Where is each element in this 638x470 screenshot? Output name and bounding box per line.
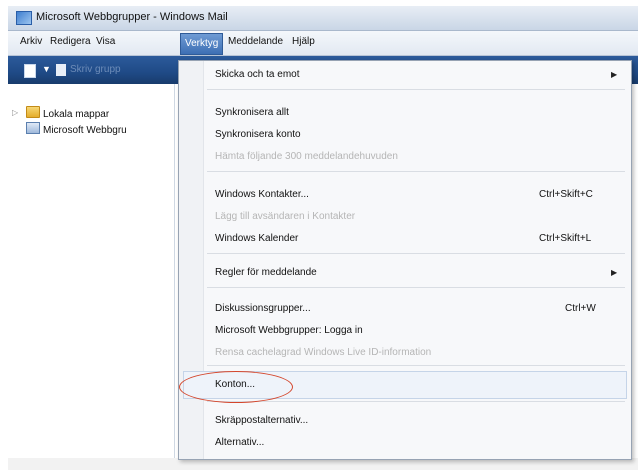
newsgroup-icon <box>26 122 40 134</box>
folder-icon <box>26 106 40 118</box>
new-message-icon[interactable] <box>24 64 36 78</box>
annotation-ellipse <box>179 371 293 403</box>
menu-item-message-rules[interactable]: Regler för meddelande <box>215 267 317 278</box>
menu-verktyg[interactable]: Verktyg <box>180 33 224 55</box>
newsgroup-item[interactable]: Microsoft Webbgru <box>26 122 127 136</box>
menu-item-add-sender: Lägg till avsändaren i Kontakter <box>215 211 356 222</box>
folder-label: Lokala mappar <box>43 109 110 120</box>
menu-separator <box>207 89 625 90</box>
menu-bar: Arkiv Redigera Visa Verktyg Meddelande H… <box>8 31 638 56</box>
menu-redigera[interactable]: Redigera <box>48 36 93 47</box>
menu-item-options[interactable]: Alternativ... <box>215 437 264 448</box>
expand-icon[interactable]: ▷ <box>12 108 18 117</box>
menu-arkiv[interactable]: Arkiv <box>18 36 44 47</box>
menu-separator <box>207 253 625 254</box>
folder-pane: ▷ Lokala mappar Microsoft Webbgru <box>8 84 175 470</box>
menu-meddelande[interactable]: Meddelande <box>226 36 285 47</box>
menu-separator <box>207 287 625 288</box>
newsgroup-label: Microsoft Webbgru <box>43 125 127 136</box>
window-title: Microsoft Webbgrupper - Windows Mail <box>36 11 228 23</box>
shortcut-calendar: Ctrl+Skift+L <box>539 233 592 244</box>
menu-item-junk-options[interactable]: Skräppostalternativ... <box>215 415 308 426</box>
folder-item[interactable]: Lokala mappar <box>26 106 109 120</box>
menu-item-newsgroups[interactable]: Diskussionsgrupper... <box>215 303 311 314</box>
title-bar: Microsoft Webbgrupper - Windows Mail <box>8 6 638 31</box>
chevron-down-icon[interactable]: ▼ <box>42 64 51 74</box>
shortcut-newsgroups: Ctrl+W <box>565 303 596 314</box>
menu-hjalp[interactable]: Hjälp <box>290 36 317 47</box>
menu-item-sync-account[interactable]: Synkronisera konto <box>215 129 301 140</box>
menu-separator <box>207 171 625 172</box>
shortcut-contacts: Ctrl+Skift+C <box>539 189 593 200</box>
submenu-arrow-icon: ▶ <box>611 268 618 277</box>
compose-group-icon[interactable] <box>56 64 66 76</box>
menu-visa[interactable]: Visa <box>94 36 117 47</box>
compose-group-button[interactable]: Skriv grupp <box>70 64 121 75</box>
menu-item-sync-all[interactable]: Synkronisera allt <box>215 107 289 118</box>
menu-item-webbgrupper-login[interactable]: Microsoft Webbgrupper: Logga in <box>215 325 363 336</box>
menu-separator <box>207 365 625 366</box>
menu-item-windows-calendar[interactable]: Windows Kalender <box>215 233 298 244</box>
menu-separator <box>207 401 625 402</box>
windows-mail-icon <box>16 11 32 25</box>
menu-item-fetch-headers: Hämta följande 300 meddelandehuvuden <box>215 151 398 162</box>
menu-item-clear-live-id: Rensa cachelagrad Windows Live ID-inform… <box>215 347 432 358</box>
submenu-arrow-icon: ▶ <box>611 70 618 79</box>
menu-item-send-receive[interactable]: Skicka och ta emot <box>215 69 299 80</box>
menu-item-windows-contacts[interactable]: Windows Kontakter... <box>215 189 309 200</box>
